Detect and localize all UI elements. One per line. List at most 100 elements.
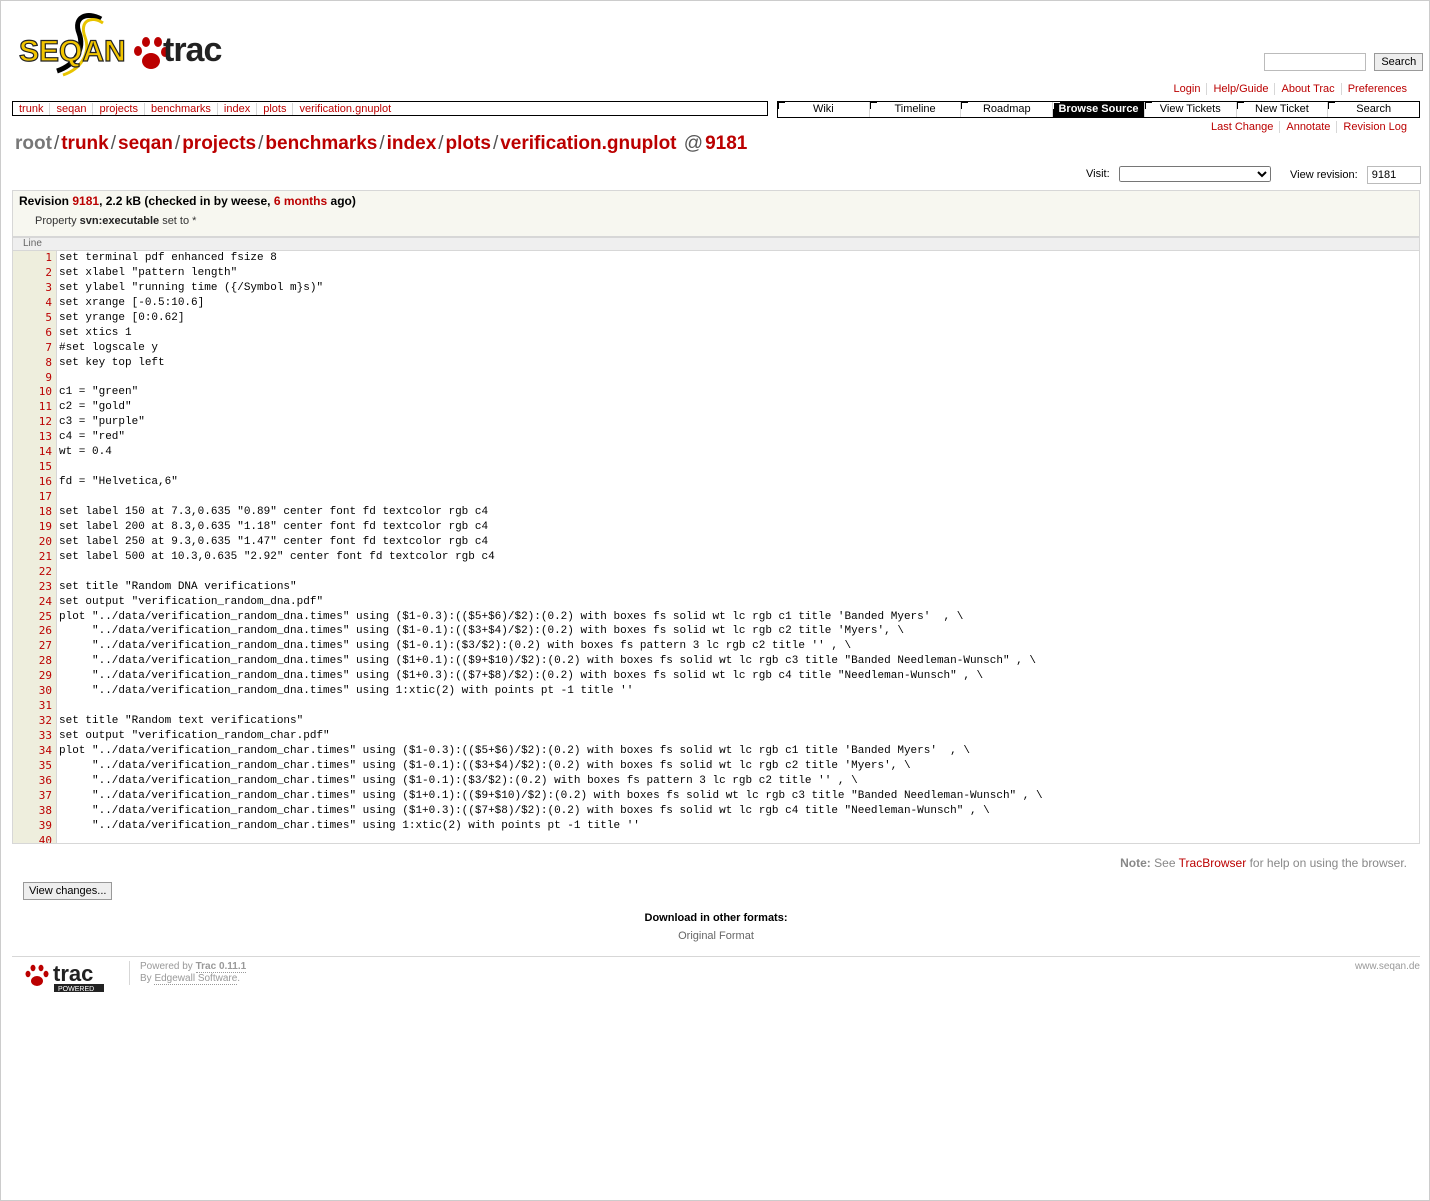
tab-wiki[interactable]: Wiki <box>778 102 869 117</box>
path-plots[interactable]: plots <box>446 133 491 154</box>
line-number[interactable]: 4 <box>13 295 57 311</box>
code-line: 5 set yrange [0:0.62] <box>13 310 1419 326</box>
site-link[interactable]: www.seqan.de <box>1355 961 1420 972</box>
pathnav-index[interactable]: index <box>224 103 250 115</box>
pathnav-plots[interactable]: plots <box>263 103 286 115</box>
line-number[interactable]: 18 <box>13 504 57 520</box>
line-number[interactable]: 21 <box>13 549 57 565</box>
trac-version-link[interactable]: Trac 0.11.1 <box>195 961 247 973</box>
line-number[interactable]: 5 <box>13 310 57 326</box>
line-number[interactable]: 3 <box>13 280 57 296</box>
code-text: set xlabel "pattern length" <box>59 266 238 279</box>
search-input[interactable] <box>1264 53 1366 71</box>
view-changes-form: View changes... <box>23 882 113 900</box>
about-trac-link[interactable]: About Trac <box>1281 83 1334 95</box>
path-seqan[interactable]: seqan <box>118 133 173 154</box>
visit-select[interactable] <box>1118 166 1271 182</box>
tracbrowser-link[interactable]: TracBrowser <box>1179 856 1247 870</box>
line-number[interactable]: 35 <box>13 758 57 774</box>
line-number[interactable]: 34 <box>13 743 57 759</box>
age-link[interactable]: 6 months <box>274 194 327 208</box>
code-lines: 1 set terminal pdf enhanced fsize 8 2 set x… <box>13 251 1419 843</box>
code-text: plot "../data/verification_random_dna.ti… <box>59 610 964 623</box>
line-number[interactable]: 23 <box>13 579 57 595</box>
view-revision-input[interactable] <box>1366 166 1421 184</box>
revision-link[interactable]: 9181 <box>72 194 99 208</box>
tab-search[interactable]: Search <box>1327 102 1420 117</box>
revision-log-link[interactable]: Revision Log <box>1343 121 1407 133</box>
path-revision[interactable]: 9181 <box>705 133 747 154</box>
pathnav-trunk[interactable]: trunk <box>19 103 43 115</box>
line-number[interactable]: 37 <box>13 788 57 804</box>
path-projects[interactable]: projects <box>182 133 256 154</box>
code-line: 28 "../data/verification_random_dna.time… <box>13 654 1419 670</box>
preferences-link[interactable]: Preferences <box>1348 83 1407 95</box>
line-number[interactable]: 38 <box>13 803 57 819</box>
path-verification-gnuplot[interactable]: verification.gnuplot <box>500 133 676 154</box>
annotate-link[interactable]: Annotate <box>1286 121 1330 133</box>
line-number[interactable]: 6 <box>13 325 57 341</box>
view-changes-button[interactable]: View changes... <box>23 882 113 900</box>
pathnav-seqan[interactable]: seqan <box>56 103 86 115</box>
original-format-link[interactable]: Original Format <box>678 930 754 942</box>
line-number[interactable]: 36 <box>13 773 57 789</box>
line-number[interactable]: 16 <box>13 475 57 490</box>
line-number[interactable]: 22 <box>13 564 57 580</box>
code-line: 9 <box>13 370 1419 386</box>
line-number[interactable]: 28 <box>13 654 57 670</box>
line-number[interactable]: 17 <box>13 490 57 505</box>
tab-timeline[interactable]: Timeline <box>868 102 961 117</box>
login-link[interactable]: Login <box>1174 83 1201 95</box>
line-number[interactable]: 25 <box>13 609 57 625</box>
pathnav-verification-gnuplot[interactable]: verification.gnuplot <box>299 103 391 115</box>
tab-new-ticket[interactable]: New Ticket <box>1235 102 1328 117</box>
line-number[interactable]: 32 <box>13 714 57 729</box>
line-number[interactable]: 39 <box>13 818 57 834</box>
path-root[interactable]: root <box>15 133 52 154</box>
code-text: set ylabel "running time ({/Symbol m}s)" <box>59 281 324 294</box>
path-index[interactable]: index <box>387 133 437 154</box>
line-number[interactable]: 14 <box>13 445 57 461</box>
line-number[interactable]: 1 <box>13 251 57 266</box>
code-text: "../data/verification_random_dna.times" … <box>59 655 1036 668</box>
line-number[interactable]: 12 <box>13 415 57 431</box>
code-text: "../data/verification_random_char.times"… <box>59 819 640 832</box>
line-number[interactable]: 15 <box>13 460 57 476</box>
line-number[interactable]: 27 <box>13 639 57 655</box>
line-number[interactable]: 33 <box>13 729 57 744</box>
line-number[interactable]: 40 <box>13 833 57 843</box>
line-number[interactable]: 20 <box>13 534 57 550</box>
line-number[interactable]: 10 <box>13 385 57 401</box>
line-number[interactable]: 2 <box>13 265 57 281</box>
last-change-link[interactable]: Last Change <box>1211 121 1273 133</box>
pathnav-benchmarks[interactable]: benchmarks <box>151 103 211 115</box>
line-number[interactable]: 26 <box>13 624 57 640</box>
path-benchmarks[interactable]: benchmarks <box>265 133 377 154</box>
trac-powered-logo[interactable]: trac POWERED <box>24 961 124 993</box>
edgewall-link[interactable]: Edgewall Software <box>154 973 238 985</box>
path-trunk[interactable]: trunk <box>61 133 109 154</box>
line-number[interactable]: 13 <box>13 430 57 446</box>
code-text: set label 500 at 10.3,0.635 "2.92" cente… <box>59 550 495 563</box>
line-number[interactable]: 24 <box>13 594 57 610</box>
site-logo[interactable]: SEQAN trac <box>17 11 417 77</box>
code-line: 29 "../data/verification_random_dna.time… <box>13 669 1419 685</box>
line-number[interactable]: 31 <box>13 699 57 715</box>
line-number[interactable]: 30 <box>13 684 57 700</box>
line-number[interactable]: 8 <box>13 355 57 371</box>
tab-browse-source[interactable]: Browse Source <box>1052 102 1144 117</box>
help-guide-link[interactable]: Help/Guide <box>1213 83 1268 95</box>
tab-roadmap[interactable]: Roadmap <box>960 102 1053 117</box>
line-number[interactable]: 29 <box>13 669 57 685</box>
search-button[interactable]: Search <box>1374 53 1424 71</box>
pathnav-projects[interactable]: projects <box>99 103 138 115</box>
code-line: 2 set xlabel "pattern length" <box>13 265 1419 281</box>
code-line: 18 set label 150 at 7.3,0.635 "0.89" cent… <box>13 504 1419 520</box>
line-number[interactable]: 19 <box>13 519 57 535</box>
line-number[interactable]: 9 <box>13 370 57 386</box>
line-number[interactable]: 11 <box>13 400 57 416</box>
code-text: "../data/verification_random_dna.times" … <box>59 625 904 638</box>
line-number[interactable]: 7 <box>13 340 57 356</box>
tab-view-tickets[interactable]: View Tickets <box>1143 102 1236 117</box>
